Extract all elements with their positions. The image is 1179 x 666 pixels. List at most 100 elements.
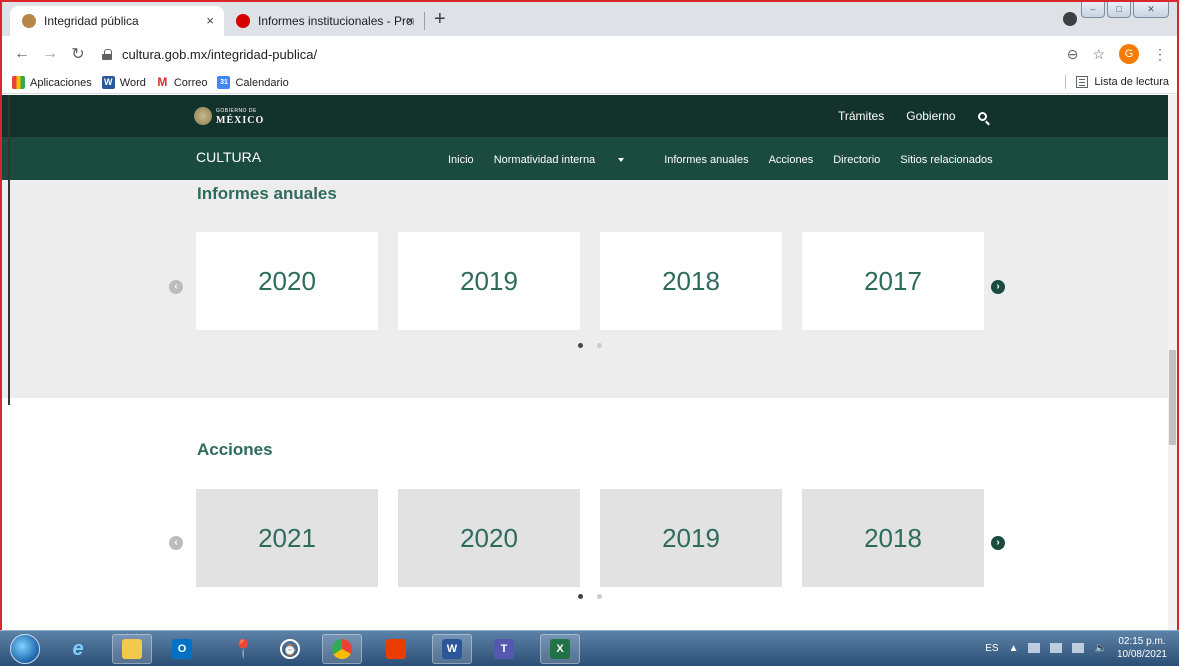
- informe-card-0[interactable]: 2020: [196, 232, 378, 330]
- carousel-dots: [578, 343, 602, 348]
- minimize-button[interactable]: –: [1081, 2, 1105, 18]
- accion-card-3[interactable]: 2018: [802, 489, 984, 587]
- menu-kebab-icon[interactable]: ⋮: [1153, 46, 1167, 63]
- tab-favicon-icon: [22, 14, 36, 28]
- system-tray: ES ▲ 🔈 02:15 p.m. 10/08/2021: [985, 635, 1167, 661]
- tray-expand-icon[interactable]: ▲: [1009, 643, 1019, 654]
- back-arrow-icon[interactable]: ←: [10, 45, 34, 63]
- close-window-button[interactable]: ✕: [1133, 2, 1169, 18]
- informe-card-1[interactable]: 2019: [398, 232, 580, 330]
- carousel-dots: [578, 594, 602, 599]
- start-orb-icon[interactable]: [10, 634, 40, 664]
- browser-toolbar: ← → ↻ cultura.gob.mx/integridad-publica/…: [2, 36, 1177, 72]
- carousel-dot[interactable]: [597, 594, 602, 599]
- nav-directorio[interactable]: Directorio: [833, 154, 880, 166]
- chrome-icon: [332, 639, 352, 659]
- language-indicator[interactable]: ES: [985, 643, 998, 654]
- search-icon[interactable]: [977, 111, 987, 121]
- volume-icon[interactable]: 🔈: [1094, 643, 1106, 654]
- next-arrow-icon[interactable]: ›: [991, 536, 1005, 550]
- taskbar-ie[interactable]: e: [58, 634, 98, 664]
- taskbar-clock-app[interactable]: ⌚: [270, 634, 310, 664]
- address-bar[interactable]: cultura.gob.mx/integridad-publica/: [102, 40, 1092, 68]
- close-tab-icon[interactable]: ×: [206, 13, 214, 28]
- prev-arrow-icon[interactable]: ‹: [169, 536, 183, 550]
- tab-bar: Integridad pública × Informes institucio…: [2, 2, 1177, 36]
- page-scrollbar[interactable]: [1168, 95, 1177, 630]
- taskbar-word[interactable]: W: [432, 634, 472, 664]
- accion-card-1[interactable]: 2020: [398, 489, 580, 587]
- taskbar-explorer[interactable]: [112, 634, 152, 664]
- new-tab-button[interactable]: +: [434, 8, 446, 31]
- reading-list-icon: [1076, 76, 1089, 88]
- accion-card-0[interactable]: 2021: [196, 489, 378, 587]
- word-icon: W: [101, 76, 115, 89]
- taskbar-outlook[interactable]: O: [162, 634, 202, 664]
- tab-integridad-publica[interactable]: Integridad pública ×: [10, 6, 224, 36]
- reload-icon[interactable]: ↻: [66, 44, 90, 64]
- cultura-brand[interactable]: CULTURA: [196, 149, 261, 165]
- gmail-icon: M: [157, 75, 168, 89]
- taskbar-excel[interactable]: X: [540, 634, 580, 664]
- nav-normatividad-label: Normatividad interna: [493, 154, 596, 166]
- gob-logo-big: MÉXICO: [216, 115, 265, 126]
- carousel-dot[interactable]: [578, 594, 583, 599]
- prev-arrow-icon[interactable]: ‹: [169, 280, 183, 294]
- informe-card-3[interactable]: 2017: [802, 232, 984, 330]
- bookmark-calendario[interactable]: 31 Calendario: [217, 76, 289, 89]
- caret-down-icon: [618, 158, 625, 163]
- bookmarks-separator: [1065, 75, 1067, 89]
- taskbar-clock[interactable]: 02:15 p.m. 10/08/2021: [1117, 635, 1167, 661]
- clock-date: 10/08/2021: [1116, 649, 1167, 660]
- profile-circle-icon[interactable]: [1063, 12, 1077, 26]
- taskbar-teams[interactable]: T: [484, 634, 524, 664]
- clock-icon: ⌚: [280, 639, 300, 659]
- action-center-icon[interactable]: [1028, 643, 1041, 653]
- bookmark-aplicaciones[interactable]: Aplicaciones: [12, 76, 92, 89]
- bookmark-star-icon[interactable]: ☆: [1092, 46, 1105, 63]
- bookmarks-bar: Aplicaciones W Word M Correo 31 Calendar…: [2, 72, 1177, 94]
- folder-icon: [122, 639, 142, 659]
- carousel-dot[interactable]: [597, 343, 602, 348]
- taskbar-office[interactable]: [376, 634, 416, 664]
- window-controls: – □ ✕: [1081, 2, 1169, 18]
- bookmark-label: Aplicaciones: [30, 76, 92, 89]
- nav-inicio[interactable]: Inicio: [448, 154, 474, 166]
- profile-avatar[interactable]: G: [1119, 44, 1139, 64]
- zoom-icon[interactable]: ⊖: [1067, 46, 1079, 63]
- network-icon[interactable]: [1050, 643, 1063, 653]
- signal-icon[interactable]: [1072, 643, 1085, 653]
- link-tramites[interactable]: Trámites: [838, 109, 884, 123]
- nav-acciones[interactable]: Acciones: [769, 154, 814, 166]
- reading-list-button[interactable]: Lista de lectura: [1065, 75, 1169, 89]
- scrollbar-thumb[interactable]: [1169, 350, 1176, 445]
- acciones-title: Acciones: [197, 440, 273, 459]
- taskbar-pin[interactable]: 📍: [222, 634, 262, 664]
- taskbar-chrome[interactable]: [322, 634, 362, 664]
- next-arrow-icon[interactable]: ›: [991, 280, 1005, 294]
- bookmark-correo[interactable]: M Correo: [156, 75, 208, 89]
- gob-logo-text: GOBIERNO DE MÉXICO: [216, 107, 265, 126]
- lock-icon[interactable]: [102, 48, 112, 60]
- bookmark-label: Correo: [173, 76, 208, 89]
- tab-informes-institucionales[interactable]: Informes institucionales - Pronun ×: [224, 6, 424, 36]
- link-gobierno[interactable]: Gobierno: [906, 109, 955, 123]
- cultura-nav: CULTURA Inicio Normatividad interna Info…: [2, 137, 1168, 180]
- maximize-button[interactable]: □: [1107, 2, 1131, 18]
- browser-window: Integridad pública × Informes institucio…: [0, 0, 1179, 630]
- informe-card-2[interactable]: 2018: [600, 232, 782, 330]
- bookmark-word[interactable]: W Word: [101, 76, 146, 89]
- forward-arrow-icon[interactable]: →: [38, 45, 62, 63]
- teams-icon: T: [494, 639, 514, 659]
- nav-normatividad-interna[interactable]: Normatividad interna: [494, 154, 645, 166]
- url-text[interactable]: cultura.gob.mx/integridad-publica/: [122, 47, 317, 62]
- close-tab-icon[interactable]: ×: [406, 13, 414, 28]
- gob-logo-small: GOBIERNO DE: [216, 108, 257, 114]
- carousel-dot[interactable]: [578, 343, 583, 348]
- clock-time: 02:15 p.m.: [1118, 636, 1166, 647]
- accion-card-2[interactable]: 2019: [600, 489, 782, 587]
- nav-sitios-relacionados[interactable]: Sitios relacionados: [900, 154, 992, 166]
- gob-top-links: Trámites Gobierno: [838, 109, 987, 123]
- gob-mx-logo[interactable]: GOBIERNO DE MÉXICO: [194, 107, 265, 126]
- nav-informes-anuales[interactable]: Informes anuales: [664, 154, 748, 166]
